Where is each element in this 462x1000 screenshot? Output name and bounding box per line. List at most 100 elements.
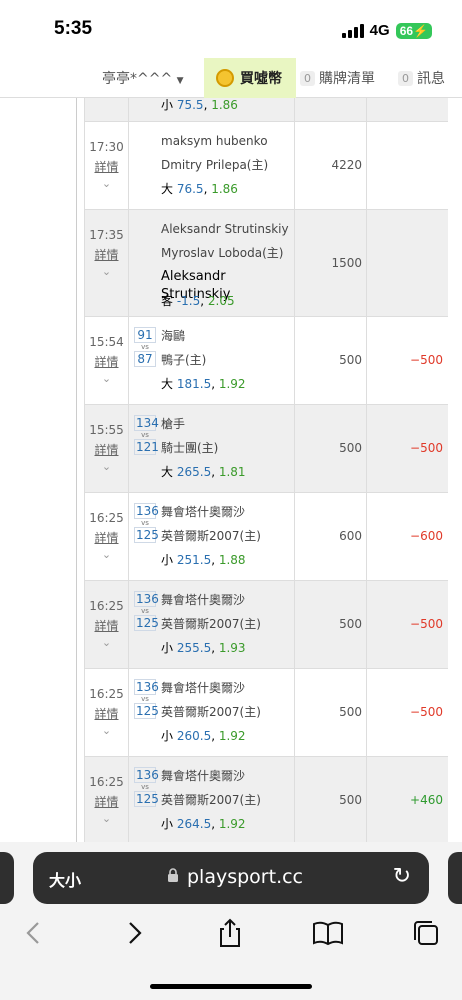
stake: 600 — [295, 493, 367, 580]
detail-link[interactable]: 詳情 — [94, 441, 118, 458]
home-team: 英普爾斯2007(主) — [161, 617, 261, 631]
score-home: 125 — [134, 527, 159, 543]
cart-label: 購牌清單 — [319, 71, 375, 87]
back-icon[interactable] — [14, 918, 54, 948]
bet-line: 260.5 — [176, 729, 212, 743]
detail-link[interactable]: 詳情 — [94, 529, 118, 546]
score-home: 121 — [134, 439, 159, 455]
user-name: 亭亭*^^^ — [102, 71, 173, 87]
stake: 500 — [295, 581, 367, 668]
bet-odds: 2.05 — [207, 294, 235, 308]
detail-link[interactable]: 詳情 — [94, 353, 118, 370]
reload-icon[interactable]: ↻ — [393, 864, 411, 889]
result: −500 — [410, 441, 443, 455]
bet-side: 客 — [161, 294, 174, 308]
result — [367, 122, 447, 209]
signal-icon — [341, 23, 364, 38]
chevron-down-icon[interactable]: ⌄ — [102, 812, 111, 825]
home-team: 英普爾斯2007(主) — [161, 793, 261, 807]
bet-odds: 1.92 — [218, 377, 246, 391]
score-box: 136 vs 125 — [133, 591, 159, 668]
score-box: 136 vs 125 — [133, 679, 159, 756]
bet-odds: 1.92 — [218, 817, 246, 831]
bet-odds: 1.86 — [211, 98, 238, 112]
chevron-down-icon[interactable]: ⌄ — [102, 265, 111, 278]
chevron-down-icon[interactable]: ⌄ — [102, 460, 111, 473]
bet-table: 小 75.5, 1.86 17:30 詳情 ⌄ maksym hubenko D… — [84, 98, 448, 842]
bet-line: 251.5 — [176, 553, 212, 567]
score-away: 136 — [134, 679, 159, 695]
chevron-down-icon[interactable]: ⌄ — [102, 548, 111, 561]
bet-line: -1.5 — [176, 294, 201, 308]
bet-line: 264.5 — [176, 817, 212, 831]
match-time: 16:25 — [89, 687, 124, 701]
bet-info: 大 76.5, 1.86 — [161, 182, 238, 196]
detail-link[interactable]: 詳情 — [94, 705, 118, 722]
result: −600 — [410, 529, 443, 543]
bookmarks-icon[interactable] — [308, 918, 348, 948]
network-label: 4G — [369, 22, 390, 39]
home-team: Myroslav Loboda(主) — [161, 246, 284, 260]
score-away: 136 — [134, 503, 159, 519]
share-icon[interactable] — [210, 918, 250, 948]
bet-line: 76.5 — [176, 182, 204, 196]
chevron-down-icon[interactable]: ⌄ — [102, 372, 111, 385]
cart-link[interactable]: 0 購牌清單 — [300, 68, 375, 88]
battery-icon: 66⚡ — [395, 22, 432, 39]
score-away: 136 — [134, 767, 159, 783]
bet-side: 小 — [161, 553, 174, 567]
detail-link[interactable]: 詳情 — [94, 246, 118, 263]
battery-level: 66 — [399, 23, 414, 38]
table-row: 17:35 詳情 ⌄ Aleksandr Strutinskiy Myrosla… — [85, 210, 448, 317]
bet-side: 小 — [161, 729, 174, 743]
table-row: 16:25 詳情 ⌄ 136 vs 125 舞會塔什奧爾沙 英普爾斯2007(主… — [85, 581, 448, 669]
score-away: 136 — [134, 591, 159, 607]
detail-link[interactable]: 詳情 — [94, 617, 118, 634]
stake: 1500 — [295, 210, 367, 316]
caret-down-icon: ▼ — [176, 76, 184, 86]
text-size-button[interactable]: 大小 — [49, 867, 81, 891]
detail-link[interactable]: 詳情 — [94, 158, 118, 175]
match-time: 17:30 — [89, 140, 124, 154]
status-bar: 5:35 4G 66⚡ — [0, 0, 462, 58]
away-team: maksym hubenko — [161, 134, 268, 148]
bet-info: 小 251.5, 1.88 — [161, 553, 246, 567]
score-home: 125 — [134, 791, 159, 807]
stake: 500 — [295, 317, 367, 404]
bet-odds: 1.93 — [218, 641, 246, 655]
bet-info: 客 -1.5, 2.05 — [161, 294, 235, 308]
chevron-down-icon[interactable]: ⌄ — [102, 724, 111, 737]
chevron-down-icon[interactable]: ⌄ — [102, 636, 111, 649]
forward-icon[interactable] — [114, 918, 154, 948]
buy-coins-button[interactable]: 買噓幣 — [204, 58, 296, 98]
vs-label: vs — [141, 343, 149, 351]
table-row: 16:25 詳情 ⌄ 136 vs 125 舞會塔什奧爾沙 英普爾斯2007(主… — [85, 669, 448, 757]
bet-side: 大 — [161, 377, 174, 391]
score-home: 125 — [134, 703, 159, 719]
bet-line: 181.5 — [176, 377, 212, 391]
tabs-icon[interactable] — [406, 918, 446, 948]
score-home: 125 — [134, 615, 159, 631]
address-bar[interactable]: 大小 playsport.cc ↻ — [33, 852, 429, 904]
messages-link[interactable]: 0 訊息 — [398, 68, 445, 88]
bet-odds: 1.92 — [218, 729, 246, 743]
prev-tab-pill[interactable] — [0, 852, 14, 904]
user-menu[interactable]: 亭亭*^^^ ▼ — [102, 68, 184, 88]
stake: 4220 — [295, 122, 367, 209]
match-time: 16:25 — [89, 511, 124, 525]
stake: 500 — [295, 669, 367, 756]
bet-info: 小 264.5, 1.92 — [161, 817, 246, 831]
browser-toolbar — [0, 918, 462, 968]
next-tab-pill[interactable] — [448, 852, 462, 904]
chevron-down-icon[interactable]: ⌄ — [102, 177, 111, 190]
bet-odds: 1.88 — [218, 553, 246, 567]
score-box: 136 vs 125 — [133, 503, 159, 580]
detail-link[interactable]: 詳情 — [94, 793, 118, 810]
table-row: 16:25 詳情 ⌄ 136 vs 125 舞會塔什奧爾沙 英普爾斯2007(主… — [85, 757, 448, 842]
bet-odds: 1.81 — [218, 465, 246, 479]
away-team: 舞會塔什奧爾沙 — [161, 593, 246, 607]
away-team: 海鷗 — [161, 329, 186, 343]
result: −500 — [410, 705, 443, 719]
msg-label: 訊息 — [417, 71, 445, 87]
table-row: 17:30 詳情 ⌄ maksym hubenko Dmitry Prilepa… — [85, 122, 448, 210]
